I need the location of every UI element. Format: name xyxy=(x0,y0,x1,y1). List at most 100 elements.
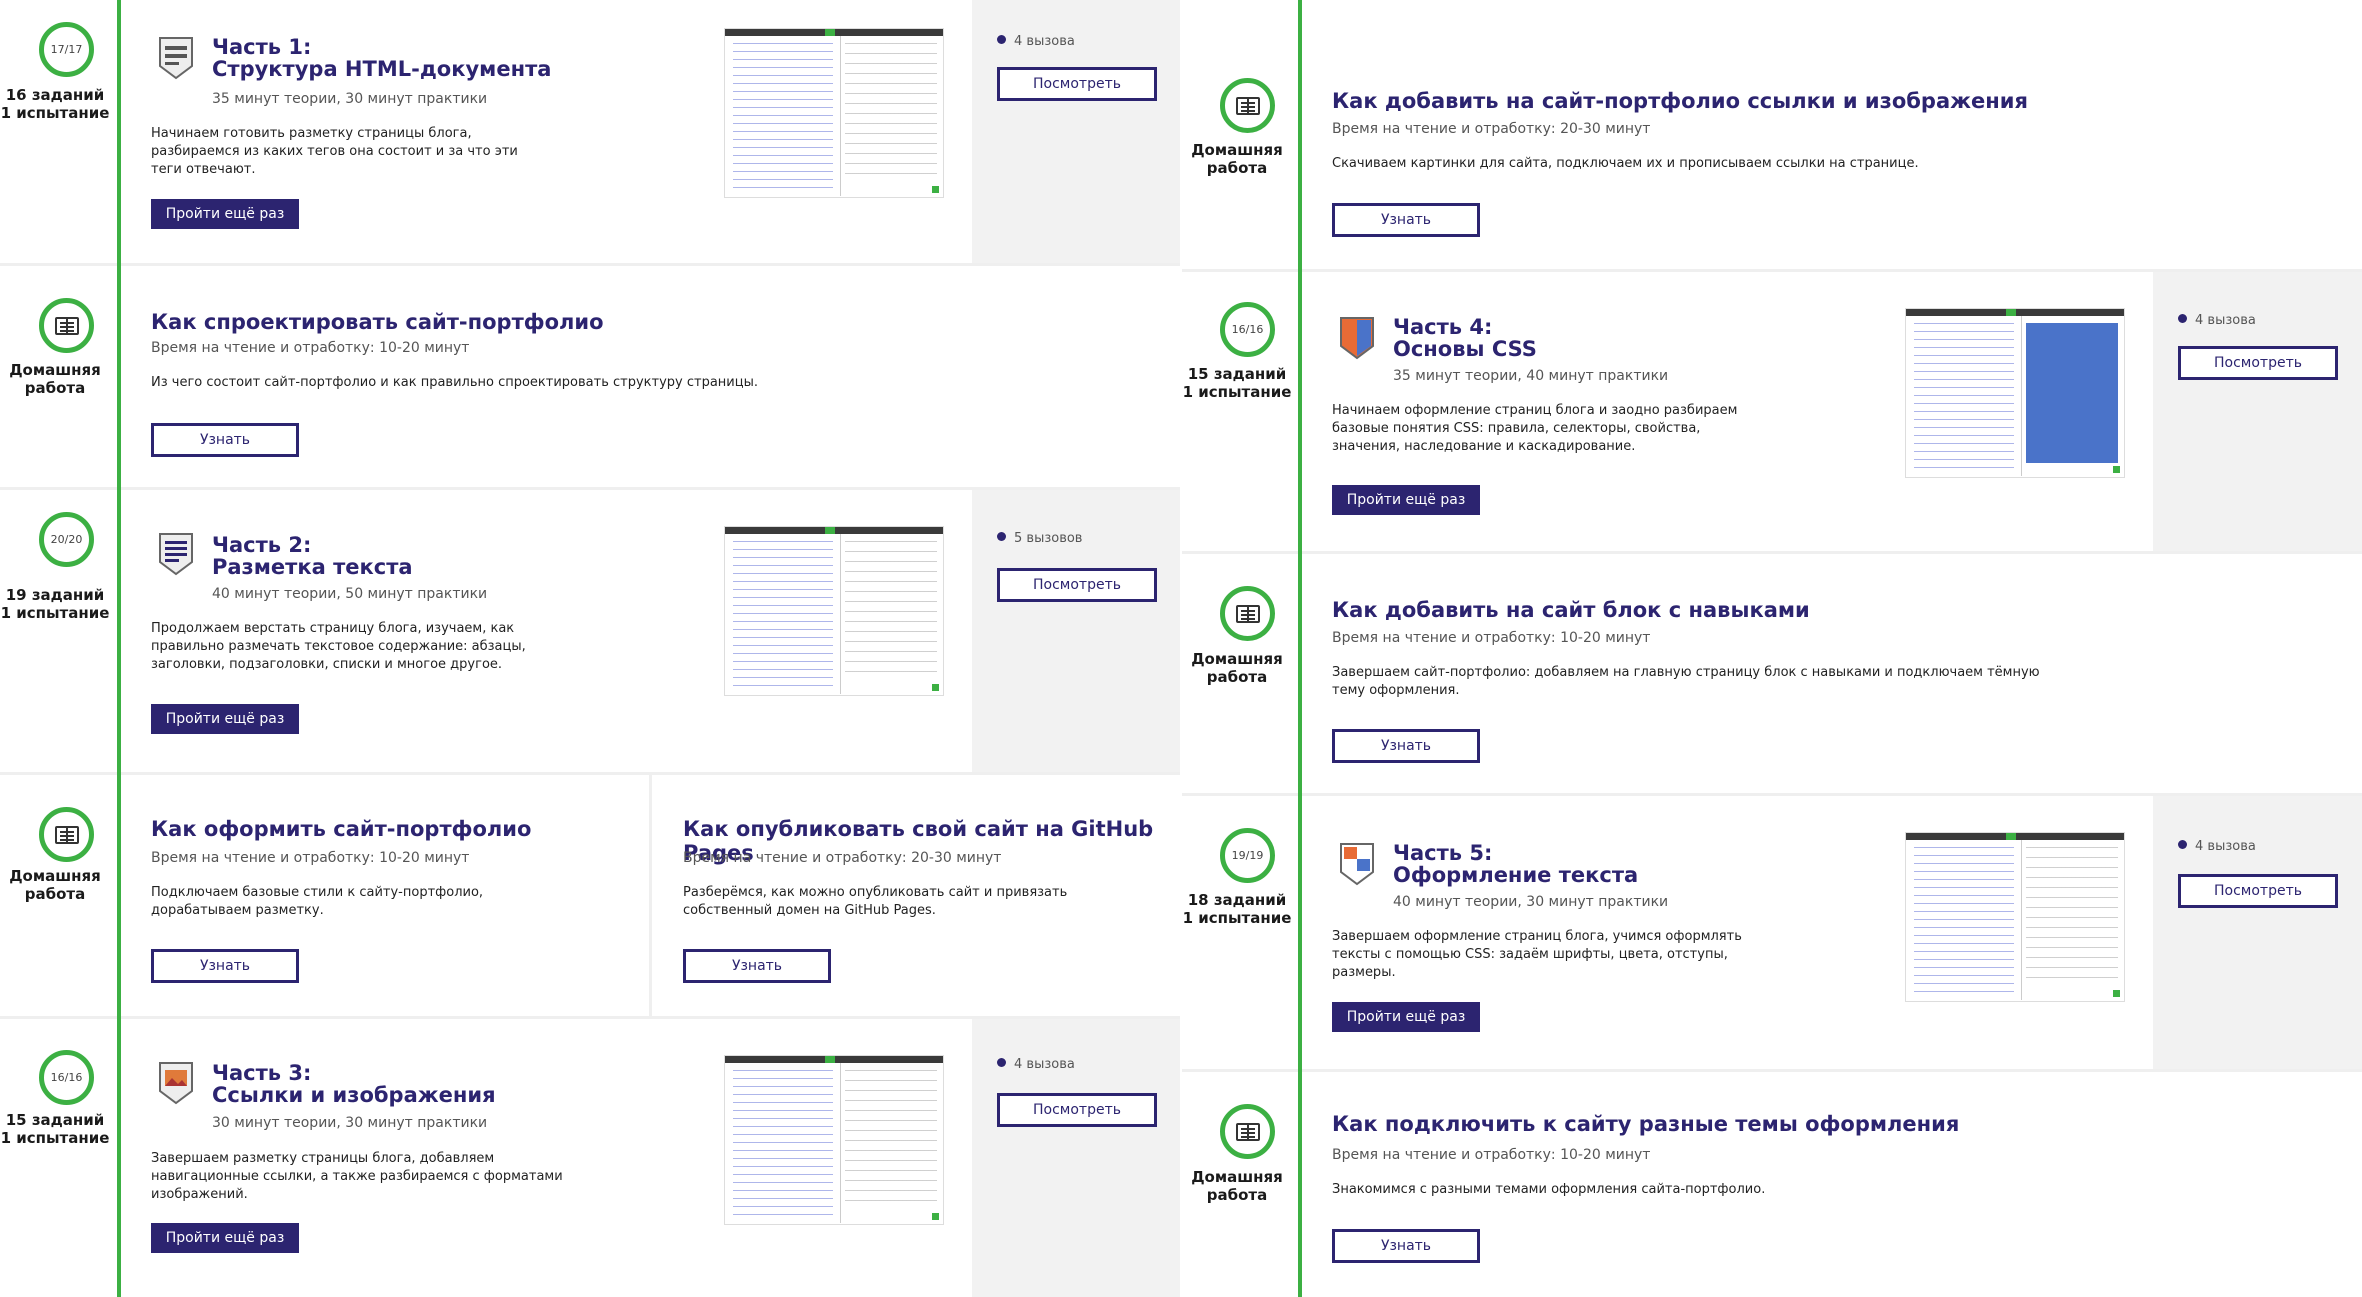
calls-count: 4 вызова xyxy=(2178,313,2256,328)
homework-title[interactable]: Как подключить к сайту разные темы оформ… xyxy=(1332,1112,1959,1136)
part-meta: 40 минут теории, 50 минут практики xyxy=(212,586,488,602)
calls-panel: 4 вызова Посмотреть xyxy=(972,1019,1180,1297)
progress-badge: 19/19 xyxy=(1220,828,1275,883)
homework-description: Подключаем базовые стили к сайту-портфол… xyxy=(151,885,484,918)
homework-label: Домашняя работа xyxy=(1191,650,1283,686)
text-shield-icon xyxy=(159,533,193,576)
calls-dot-icon xyxy=(2178,840,2187,849)
book-icon xyxy=(1235,96,1260,115)
part-card-4: 16/16 15 заданий 1 испытание Часть 4: Ос… xyxy=(1182,272,2362,554)
retry-button[interactable]: Пройти ещё раз xyxy=(1332,485,1480,515)
lesson-screenshot[interactable] xyxy=(724,1055,944,1225)
homework-meta: Время на чтение и отработку: 10-20 минут xyxy=(1332,630,1651,646)
tasks-count: 19 заданий 1 испытание xyxy=(0,586,110,622)
part-description: Завершаем разметку страницы блога, добав… xyxy=(151,1151,563,1202)
learn-button[interactable]: Узнать xyxy=(1332,203,1480,237)
part-description: Начинаем оформление страниц блога и заод… xyxy=(1332,403,1738,454)
part-card-1: 17/17 16 заданий 1 испытание Часть 1: Ст… xyxy=(0,0,1180,266)
view-button[interactable]: Посмотреть xyxy=(2178,346,2338,380)
book-icon xyxy=(54,825,79,844)
learn-button[interactable]: Узнать xyxy=(1332,1229,1480,1263)
view-button[interactable]: Посмотреть xyxy=(997,67,1157,101)
retry-button[interactable]: Пройти ещё раз xyxy=(1332,1002,1480,1032)
calls-count: 5 вызовов xyxy=(997,531,1082,546)
tasks-count: 15 заданий 1 испытание xyxy=(1182,365,1292,401)
view-button[interactable]: Посмотреть xyxy=(997,568,1157,602)
calls-dot-icon xyxy=(997,1058,1006,1067)
calls-panel: 4 вызова Посмотреть xyxy=(2153,272,2362,551)
homework-description: Завершаем сайт-портфолио: добавляем на г… xyxy=(1332,665,2040,698)
homework-meta: Время на чтение и отработку: 10-20 минут xyxy=(151,850,470,866)
learn-button[interactable]: Узнать xyxy=(151,949,299,983)
tasks-count: 16 заданий 1 испытание xyxy=(0,86,110,122)
image-shield-icon xyxy=(159,1062,193,1105)
homework-meta: Время на чтение и отработку: 10-20 минут xyxy=(151,340,470,356)
learn-button[interactable]: Узнать xyxy=(683,949,831,983)
book-icon xyxy=(54,316,79,335)
homework-badge xyxy=(1220,1104,1275,1159)
retry-button[interactable]: Пройти ещё раз xyxy=(151,199,299,229)
learn-button[interactable]: Узнать xyxy=(1332,729,1480,763)
calls-count: 4 вызова xyxy=(2178,839,2256,854)
lesson-screenshot[interactable] xyxy=(724,28,944,198)
part-description: Продолжаем верстать страницу блога, изуч… xyxy=(151,621,526,672)
left-column: 17/17 16 заданий 1 испытание Часть 1: Ст… xyxy=(0,0,1180,1297)
part-title: Часть 1: Структура HTML-документа xyxy=(212,35,552,81)
retry-button[interactable]: Пройти ещё раз xyxy=(151,704,299,734)
homework-title[interactable]: Как спроектировать сайт-портфолио xyxy=(151,310,604,334)
homework-title[interactable]: Как добавить на сайт-портфолио ссылки и … xyxy=(1332,89,2028,113)
part-title: Часть 3: Ссылки и изображения xyxy=(212,1061,496,1107)
homework-label: Домашняя работа xyxy=(1191,1168,1283,1204)
view-button[interactable]: Посмотреть xyxy=(997,1093,1157,1127)
homework-meta: Время на чтение и отработку: 20-30 минут xyxy=(1332,121,1651,137)
view-button[interactable]: Посмотреть xyxy=(2178,874,2338,908)
part-meta: 35 минут теории, 30 минут практики xyxy=(212,91,488,107)
part-meta: 35 минут теории, 40 минут практики xyxy=(1393,368,1669,384)
learn-button[interactable]: Узнать xyxy=(151,423,299,457)
timeline-line xyxy=(117,0,121,1297)
calls-count: 4 вызова xyxy=(997,1057,1075,1072)
timeline-line xyxy=(1298,0,1302,1297)
part-card-2: 20/20 19 заданий 1 испытание Часть 2: Ра… xyxy=(0,490,1180,775)
homework-title[interactable]: Как оформить сайт-портфолио xyxy=(151,817,531,841)
homework-badge xyxy=(39,298,94,353)
part-description: Начинаем готовить разметку страницы блог… xyxy=(151,126,518,177)
homework-description: Знакомимся с разными темами оформления с… xyxy=(1332,1182,1766,1197)
homework-label: Домашняя работа xyxy=(9,361,101,397)
lesson-screenshot[interactable] xyxy=(724,526,944,696)
part-title: Часть 4: Основы CSS xyxy=(1393,315,1537,361)
part-meta: 30 минут теории, 30 минут практики xyxy=(212,1115,488,1131)
homework-badge xyxy=(1220,78,1275,133)
calls-panel: 4 вызова Посмотреть xyxy=(972,0,1180,263)
homework-meta: Время на чтение и отработку: 20-30 минут xyxy=(683,850,1002,866)
right-column: Домашняя работа Как добавить на сайт-пор… xyxy=(1182,0,2362,1297)
homework-meta: Время на чтение и отработку: 10-20 минут xyxy=(1332,1147,1651,1163)
book-icon xyxy=(1235,604,1260,623)
homework-row-2: Домашняя работа Как оформить сайт-портфо… xyxy=(0,775,1180,1019)
homework-description: Скачиваем картинки для сайта, подключаем… xyxy=(1332,156,1919,171)
lesson-screenshot[interactable] xyxy=(1905,832,2125,1002)
homework-card-4: Домашняя работа Как добавить на сайт бло… xyxy=(1182,554,2362,796)
progress-badge: 20/20 xyxy=(39,512,94,567)
progress-badge: 17/17 xyxy=(39,22,94,77)
homework-card-3: Домашняя работа Как добавить на сайт-пор… xyxy=(1182,0,2362,272)
homework-badge xyxy=(39,807,94,862)
part-card-5: 19/19 18 заданий 1 испытание Часть 5: Оф… xyxy=(1182,796,2362,1072)
part-title: Часть 2: Разметка текста xyxy=(212,533,413,579)
tasks-count: 18 заданий 1 испытание xyxy=(1182,891,1292,927)
calls-dot-icon xyxy=(997,532,1006,541)
calls-panel: 4 вызова Посмотреть xyxy=(2153,796,2362,1069)
homework-description: Из чего состоит сайт-портфолио и как пра… xyxy=(151,375,758,390)
homework-card-5: Домашняя работа Как подключить к сайту р… xyxy=(1182,1072,2362,1297)
retry-button[interactable]: Пройти ещё раз xyxy=(151,1223,299,1253)
lesson-screenshot[interactable] xyxy=(1905,308,2125,478)
part-title: Часть 5: Оформление текста xyxy=(1393,841,1639,887)
homework-description: Разберёмся, как можно опубликовать сайт … xyxy=(683,885,1068,918)
homework-label: Домашняя работа xyxy=(9,867,101,903)
part-meta: 40 минут теории, 30 минут практики xyxy=(1393,894,1669,910)
homework-label: Домашняя работа xyxy=(1191,141,1283,177)
card-divider xyxy=(649,775,652,1019)
part-description: Завершаем оформление страниц блога, учим… xyxy=(1332,929,1742,980)
homework-title[interactable]: Как добавить на сайт блок с навыками xyxy=(1332,598,1810,622)
calls-dot-icon xyxy=(2178,314,2187,323)
